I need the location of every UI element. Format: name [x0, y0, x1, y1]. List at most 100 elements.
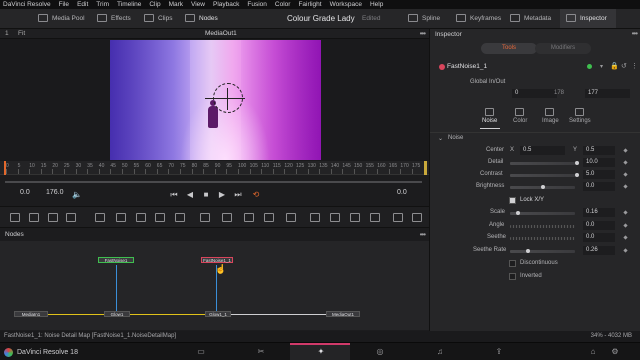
time-ruler[interactable]: 0 5 10 15 20 25 30 35 40 45 50 55 60 65 70 75 80 85 90 95 10…: [0, 161, 429, 175]
tool-color-dot[interactable]: [439, 64, 445, 70]
scrub-bar[interactable]: [5, 181, 422, 183]
transform-tool-icon[interactable]: [286, 213, 296, 222]
menu-playback[interactable]: Playback: [213, 1, 239, 8]
menu-edit[interactable]: Edit: [77, 1, 88, 8]
page-fairlight-icon[interactable]: ♫: [435, 347, 445, 356]
page-color-icon[interactable]: ◎: [375, 347, 385, 356]
color-tool-icon[interactable]: [136, 213, 146, 222]
menu-view[interactable]: View: [191, 1, 205, 8]
merge3d-tool-icon[interactable]: [200, 213, 210, 222]
blur-tool-icon[interactable]: [116, 213, 126, 222]
timecode-out[interactable]: 176.0: [46, 189, 64, 196]
tool-versions-icon[interactable]: ▾: [600, 63, 603, 70]
node-editor[interactable]: FastNoise1 FastNoise1_1 MediaIn1 Glow1 G…: [0, 241, 429, 330]
seethe-keyframe-icon[interactable]: [623, 235, 628, 240]
angle-wheel[interactable]: [510, 225, 575, 228]
angle-field[interactable]: 0.0: [583, 221, 615, 230]
timecode-current[interactable]: 0.0: [397, 189, 407, 196]
center-keyframe-icon[interactable]: [623, 148, 628, 153]
page-media-icon[interactable]: ▭: [196, 347, 206, 356]
bitmap-tool-icon[interactable]: [350, 213, 360, 222]
rectangle-tool-icon[interactable]: [310, 213, 320, 222]
text-tool-icon[interactable]: [48, 213, 58, 222]
page-cut-icon[interactable]: ✂: [256, 347, 266, 356]
scale-keyframe-icon[interactable]: [623, 210, 628, 215]
keyframes-button[interactable]: Keyframes: [456, 14, 501, 22]
clips-button[interactable]: Clips: [144, 14, 172, 22]
loop-icon[interactable]: ⟲: [250, 189, 262, 200]
modifiers-segment[interactable]: Modifiers: [535, 43, 591, 54]
viewer-index[interactable]: 1: [5, 30, 9, 37]
inverted-checkbox[interactable]: [509, 273, 516, 280]
center-x-field[interactable]: 0.5: [520, 146, 565, 155]
tool-menu-icon[interactable]: ⋮: [631, 62, 638, 70]
tab-noise[interactable]: Noise: [482, 118, 497, 124]
menu-mark[interactable]: Mark: [169, 1, 183, 8]
particle-tool-icon[interactable]: [95, 213, 105, 222]
brightness-slider-knob[interactable]: [541, 185, 545, 189]
angle-keyframe-icon[interactable]: [623, 223, 628, 228]
page-deliver-icon[interactable]: ⇪: [494, 347, 504, 356]
detail-slider-knob[interactable]: [575, 161, 579, 165]
node-fastnoise1[interactable]: FastNoise1: [98, 257, 134, 263]
go-to-start-icon[interactable]: ⏮: [168, 189, 180, 200]
merge-tool-icon[interactable]: [66, 213, 76, 222]
ellipse-tool-icon[interactable]: [330, 213, 340, 222]
seethe-rate-slider-knob[interactable]: [526, 249, 530, 253]
tool-enabled-icon[interactable]: [587, 64, 592, 69]
menu-fusion[interactable]: Fusion: [247, 1, 267, 8]
tab-image[interactable]: Image: [542, 118, 559, 124]
3d-tool-icon[interactable]: [393, 213, 403, 222]
detail-field[interactable]: 10.0: [583, 158, 615, 167]
brightness-keyframe-icon[interactable]: [623, 184, 628, 189]
warp-tool-icon[interactable]: [370, 213, 380, 222]
viewer-options-icon[interactable]: •••: [420, 29, 426, 38]
brightness-field[interactable]: 0.0: [583, 182, 615, 191]
tab-color[interactable]: Color: [513, 118, 527, 124]
inspector-options-icon[interactable]: •••: [632, 29, 638, 38]
node-glow1-1[interactable]: Glow1_1: [205, 311, 231, 317]
menu-workspace[interactable]: Workspace: [330, 1, 362, 8]
metadata-button[interactable]: Metadata: [510, 14, 551, 22]
playhead[interactable]: [4, 161, 6, 175]
scale-field[interactable]: 0.16: [583, 208, 615, 217]
contrast-slider[interactable]: [510, 174, 575, 177]
seethe-rate-slider[interactable]: [510, 250, 575, 253]
viewer-fit-dropdown[interactable]: Fit: [18, 30, 25, 37]
reset-icon[interactable]: ↺: [621, 62, 627, 70]
menu-file[interactable]: File: [59, 1, 69, 8]
node-mediaout1[interactable]: MediaOut1: [326, 311, 360, 317]
contrast-keyframe-icon[interactable]: [623, 172, 628, 177]
drop-tool-icon[interactable]: [175, 213, 185, 222]
speaker-icon[interactable]: 🔈: [71, 189, 83, 200]
center-y-field[interactable]: 0.5: [583, 146, 615, 155]
timecode-in[interactable]: 0.0: [20, 189, 30, 196]
global-in-field[interactable]: 0: [512, 89, 557, 98]
menu-help[interactable]: Help: [370, 1, 383, 8]
contrast-field[interactable]: 5.0: [583, 170, 615, 179]
contrast-slider-knob[interactable]: [575, 173, 579, 177]
detail-keyframe-icon[interactable]: [623, 160, 628, 165]
spline-button[interactable]: Spline: [408, 14, 440, 22]
stop-icon[interactable]: ■: [200, 189, 212, 200]
play-icon[interactable]: ▶: [216, 189, 228, 200]
menu-fairlight[interactable]: Fairlight: [298, 1, 321, 8]
nodes-button[interactable]: Nodes: [185, 14, 218, 22]
nodes-options-icon[interactable]: •••: [420, 230, 426, 239]
paint-tool-icon[interactable]: [29, 213, 39, 222]
discontinuous-checkbox[interactable]: [509, 260, 516, 267]
node-fastnoise1-1[interactable]: FastNoise1_1: [201, 257, 233, 263]
menu-trim[interactable]: Trim: [96, 1, 109, 8]
play-reverse-icon[interactable]: ◀: [184, 189, 196, 200]
tab-settings[interactable]: Settings: [569, 118, 591, 124]
page-fusion-icon[interactable]: ✦: [316, 347, 326, 356]
inspector-button[interactable]: Inspector: [566, 14, 607, 22]
seethe-wheel[interactable]: [510, 237, 575, 240]
detail-slider[interactable]: [510, 162, 575, 165]
go-to-end-icon[interactable]: ⏭: [232, 189, 244, 200]
lock-icon[interactable]: 🔒: [610, 62, 619, 70]
seethe-rate-field[interactable]: 0.26: [583, 246, 615, 255]
node-mediain1[interactable]: MediaIn1: [14, 311, 48, 317]
mask-tool-icon[interactable]: [222, 213, 232, 222]
bspline-tool-icon[interactable]: [264, 213, 274, 222]
